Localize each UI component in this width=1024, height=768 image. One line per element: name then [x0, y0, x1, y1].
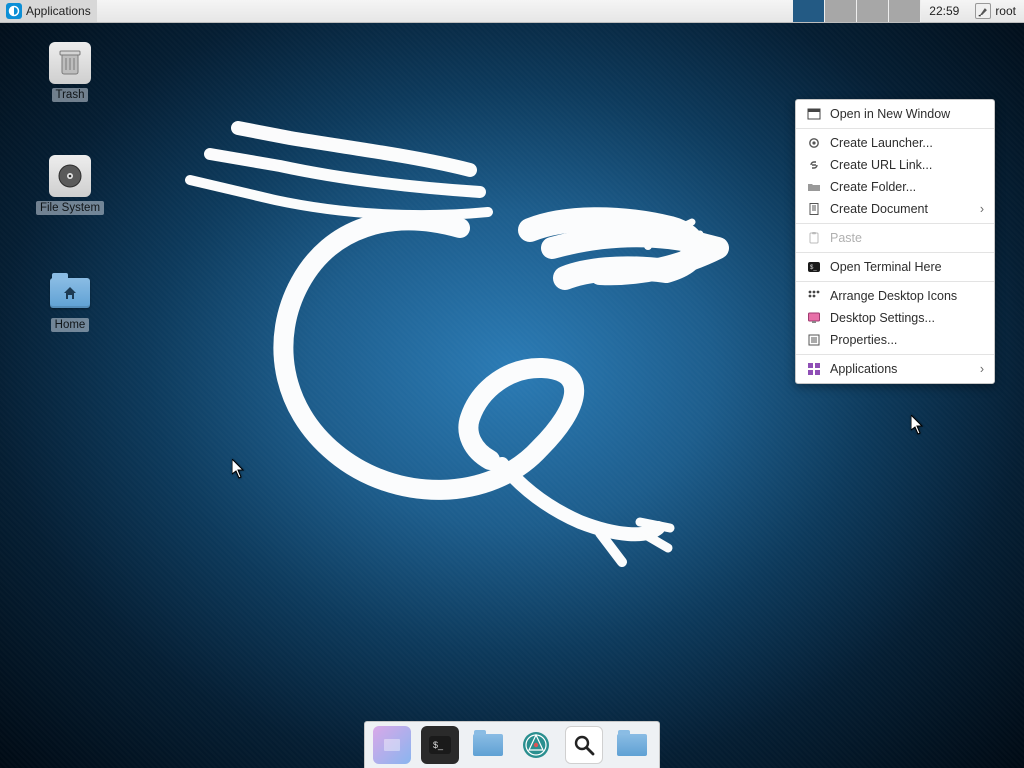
desktop-icon-label: File System	[36, 201, 104, 215]
desktop-context-menu: Open in New Window Create Launcher... Cr…	[795, 99, 995, 384]
panel-clock[interactable]: 22:59	[921, 4, 967, 18]
workspace-3[interactable]	[857, 0, 889, 22]
bottom-dock: $_	[364, 721, 660, 768]
window-icon	[806, 106, 822, 122]
applications-menu-label: Applications	[26, 4, 91, 18]
ctx-label: Create Folder...	[830, 180, 916, 194]
gear-icon	[806, 135, 822, 151]
ctx-create-document[interactable]: Create Document ›	[796, 198, 994, 220]
separator	[796, 128, 994, 129]
separator	[796, 281, 994, 282]
show-desktop-icon	[381, 734, 403, 756]
ctx-arrange-icons[interactable]: Arrange Desktop Icons	[796, 285, 994, 307]
dock-search[interactable]	[565, 726, 603, 764]
ctx-desktop-settings[interactable]: Desktop Settings...	[796, 307, 994, 329]
ctx-applications[interactable]: Applications ›	[796, 358, 994, 380]
dock-show-desktop[interactable]	[373, 726, 411, 764]
ctx-open-new-window[interactable]: Open in New Window	[796, 103, 994, 125]
workspace-4[interactable]	[889, 0, 921, 22]
ctx-label: Paste	[830, 231, 862, 245]
desktop-icon-trash[interactable]: Trash	[30, 42, 110, 102]
user-icon	[975, 3, 991, 19]
ctx-open-terminal[interactable]: $_ Open Terminal Here	[796, 256, 994, 278]
ctx-label: Create Document	[830, 202, 928, 216]
folder-icon	[473, 734, 503, 756]
desktop-icon-home[interactable]: Home	[30, 272, 110, 332]
ctx-label: Applications	[830, 362, 897, 376]
arrange-icon	[806, 288, 822, 304]
ctx-create-url[interactable]: Create URL Link...	[796, 154, 994, 176]
ctx-label: Create URL Link...	[830, 158, 932, 172]
disk-icon	[49, 155, 91, 197]
applications-grid-icon	[806, 361, 822, 377]
cursor-icon	[232, 459, 246, 479]
folder-new-icon	[806, 179, 822, 195]
workspace-switcher[interactable]	[793, 0, 921, 22]
desktop-icon-filesystem[interactable]: File System	[30, 155, 110, 215]
top-panel: Applications 22:59 root	[0, 0, 1024, 23]
desktop-settings-icon	[806, 310, 822, 326]
separator	[796, 252, 994, 253]
link-icon	[806, 157, 822, 173]
user-menu[interactable]: root	[967, 3, 1024, 19]
workspace-2[interactable]	[825, 0, 857, 22]
ctx-label: Create Launcher...	[830, 136, 933, 150]
ctx-label: Open Terminal Here	[830, 260, 942, 274]
cursor-icon	[911, 415, 925, 435]
trash-icon	[49, 42, 91, 84]
ctx-label: Open in New Window	[830, 107, 950, 121]
folder-icon	[617, 734, 647, 756]
wallpaper-dragon	[170, 108, 730, 648]
applications-menu-button[interactable]: Applications	[0, 0, 97, 22]
ctx-paste: Paste	[796, 227, 994, 249]
dock-file-manager[interactable]	[469, 726, 507, 764]
user-name: root	[995, 4, 1016, 18]
ctx-label: Desktop Settings...	[830, 311, 935, 325]
document-icon	[806, 201, 822, 217]
terminal-icon: $_	[806, 259, 822, 275]
workspace-1[interactable]	[793, 0, 825, 22]
dock-terminal[interactable]: $_	[421, 726, 459, 764]
app-launcher-icon	[6, 3, 22, 19]
paste-icon	[806, 230, 822, 246]
home-folder-icon	[49, 272, 91, 314]
svg-text:$_: $_	[810, 265, 817, 271]
separator	[796, 223, 994, 224]
desktop-icon-label: Trash	[52, 88, 89, 102]
ctx-label: Properties...	[830, 333, 897, 347]
dock-folder[interactable]	[613, 726, 651, 764]
browser-icon	[521, 730, 551, 760]
ctx-create-launcher[interactable]: Create Launcher...	[796, 132, 994, 154]
separator	[796, 354, 994, 355]
ctx-properties[interactable]: Properties...	[796, 329, 994, 351]
chevron-right-icon: ›	[980, 202, 984, 216]
ctx-label: Arrange Desktop Icons	[830, 289, 957, 303]
dock-web-browser[interactable]	[517, 726, 555, 764]
ctx-create-folder[interactable]: Create Folder...	[796, 176, 994, 198]
desktop-icon-label: Home	[51, 318, 90, 332]
search-icon	[572, 733, 596, 757]
properties-icon	[806, 332, 822, 348]
chevron-right-icon: ›	[980, 362, 984, 376]
terminal-icon: $_	[429, 736, 451, 754]
svg-text:$_: $_	[433, 740, 444, 750]
